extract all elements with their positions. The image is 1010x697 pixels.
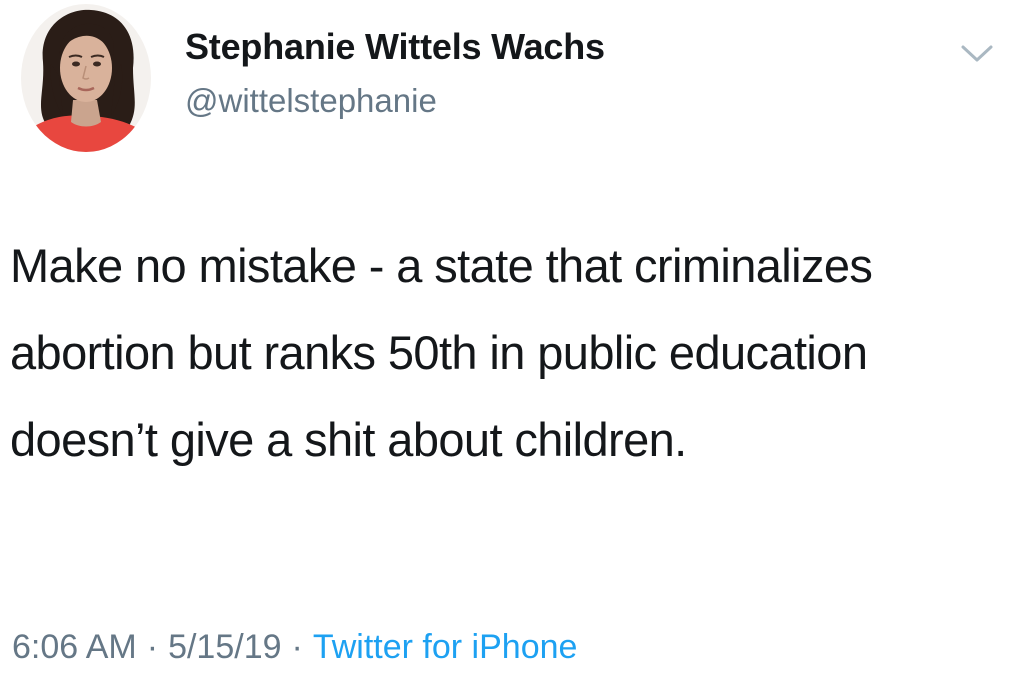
tweet-text: Make no mistake - a state that criminali…	[10, 239, 873, 466]
separator: ·	[291, 628, 303, 666]
tweet-metadata: 6:06 AM · 5/15/19 · Twitter for iPhone	[12, 628, 577, 667]
tweet-date[interactable]: 5/15/19	[168, 628, 281, 666]
user-handle[interactable]: @wittelstephanie	[185, 82, 437, 120]
avatar[interactable]	[21, 4, 151, 152]
tweet-card: Stephanie Wittels Wachs @wittelstephanie…	[0, 0, 1010, 697]
tweet-time[interactable]: 6:06 AM	[12, 628, 137, 666]
display-name[interactable]: Stephanie Wittels Wachs	[185, 26, 605, 68]
separator: ·	[146, 628, 159, 666]
chevron-down-icon[interactable]	[958, 38, 996, 68]
tweet-source-link[interactable]: Twitter for iPhone	[313, 628, 578, 666]
avatar-image	[21, 4, 151, 152]
